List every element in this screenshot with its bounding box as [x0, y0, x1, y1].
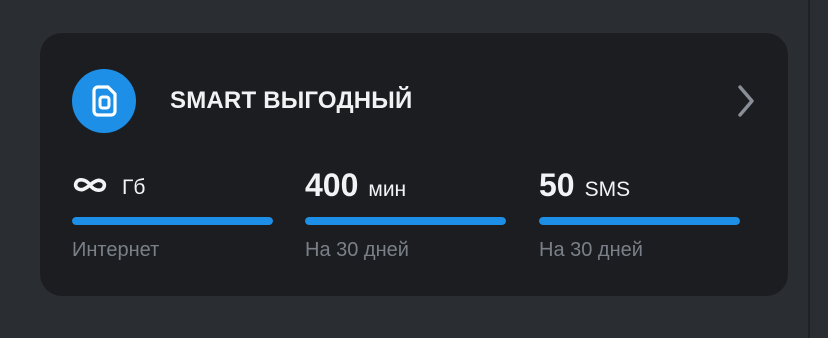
progress-fill — [539, 217, 740, 225]
stat-unit: Гб — [122, 176, 146, 199]
progress-fill — [72, 217, 273, 225]
tariff-header[interactable]: SMART ВЫГОДНЫЙ — [72, 69, 756, 133]
stat-internet: Гб Интернет — [72, 163, 273, 263]
progress-fill — [305, 217, 506, 225]
stat-sms: 50 SMS На 30 дней — [539, 163, 740, 263]
stat-unit: SMS — [584, 178, 631, 201]
stat-value: Гб — [72, 163, 273, 207]
tariff-card[interactable]: SMART ВЫГОДНЫЙ Гб Интернет 400 мин На 30… — [40, 33, 788, 296]
progress-bar — [539, 217, 740, 225]
stat-number: 400 — [305, 167, 359, 203]
stat-value: 400 мин — [305, 163, 506, 207]
progress-bar — [72, 217, 273, 225]
stat-number: 50 — [539, 167, 575, 203]
tariff-stats: Гб Интернет 400 мин На 30 дней 50 SMS На… — [72, 163, 740, 273]
stat-subtitle: Интернет — [72, 239, 160, 261]
chevron-right-icon[interactable] — [732, 81, 760, 121]
stat-value: 50 SMS — [539, 163, 740, 207]
progress-bar — [305, 217, 506, 225]
sim-card-icon — [72, 69, 136, 133]
stat-subtitle: На 30 дней — [305, 239, 409, 261]
infinity-icon — [72, 163, 108, 207]
scrollbar-edge — [808, 0, 810, 338]
stat-minutes: 400 мин На 30 дней — [305, 163, 506, 263]
plan-title: SMART ВЫГОДНЫЙ — [170, 87, 413, 114]
stat-subtitle: На 30 дней — [539, 239, 643, 261]
stat-unit: мин — [368, 178, 407, 201]
